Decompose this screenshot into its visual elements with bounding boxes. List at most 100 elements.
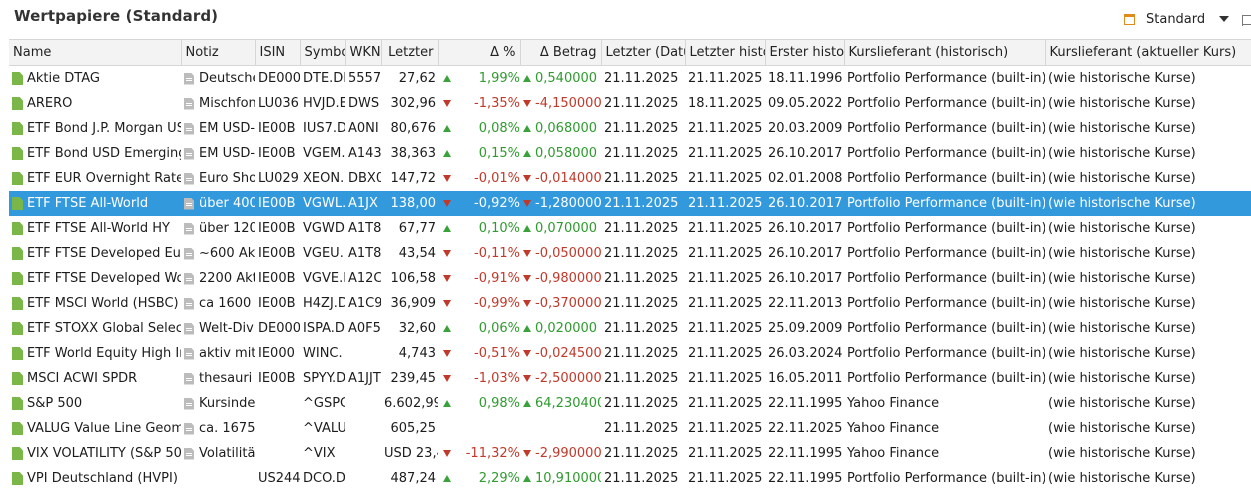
note-text: über 400 xyxy=(199,196,255,211)
trend-arrow-icon xyxy=(523,450,531,457)
table-row[interactable]: ETF EUR Overnight Rate S Euro Sho LU029 … xyxy=(9,166,1251,191)
cell-symbol: XEON. xyxy=(303,171,345,186)
cell-first-hist: 09.05.2022 xyxy=(768,96,843,111)
securities-table: Name Notiz ISIN Symbol WKN Letzter Δ % Δ… xyxy=(9,39,1251,491)
delta-amount-value: -0,014000 xyxy=(535,171,601,186)
cell-symbol: VGWD xyxy=(303,221,345,236)
cell-delta-pct: -1,03% xyxy=(438,366,520,391)
cell-first-hist: 22.11.1995 xyxy=(768,446,843,461)
view-selector[interactable]: Standard xyxy=(1124,10,1251,28)
cell-wkn: A1T8 xyxy=(348,221,381,236)
cell-last: 138,00 xyxy=(381,191,438,216)
table-row[interactable]: ETF STOXX Global Select D Welt-Div DE000… xyxy=(9,316,1251,341)
cell-last-date: 21.11.2025 xyxy=(604,71,679,86)
trend-arrow-icon xyxy=(443,150,451,157)
note-icon xyxy=(184,322,194,335)
table-row[interactable]: VALUG Value Line Geome ca. 1675 ^VALU 60… xyxy=(9,416,1251,441)
table-row[interactable]: ETF Bond J.P. Morgan USD EM USD- IE00B I… xyxy=(9,116,1251,141)
cell-delta-pct: -0,92% xyxy=(438,191,520,216)
security-icon xyxy=(12,122,23,135)
note-text: EM USD- xyxy=(199,146,255,161)
cell-provider-current: (wie historische Kurse) xyxy=(1048,96,1196,111)
table-row[interactable]: MSCI ACWI SPDR thesauri IE00B SPYY.D A1J… xyxy=(9,366,1251,391)
cell-last-hist: 21.11.2025 xyxy=(688,346,763,361)
cell-first-hist: 26.10.2017 xyxy=(765,191,844,216)
maximize-icon[interactable] xyxy=(1241,14,1251,25)
table-row[interactable]: Aktie DTAG Deutsche DE000 DTE.DE 5557 27… xyxy=(9,66,1251,92)
security-icon xyxy=(12,272,23,285)
table-row[interactable]: S&P 500 Kursinde ^GSPC 6.602,99 0,98% 64… xyxy=(9,391,1251,416)
security-name: Aktie DTAG xyxy=(27,71,100,86)
cell-delta-pct: 1,99% xyxy=(438,66,520,92)
cell-first-hist: 26.03.2024 xyxy=(768,346,843,361)
col-isin[interactable]: ISIN xyxy=(255,39,301,66)
cell-last: 36,909 xyxy=(390,296,437,311)
cell-last-hist: 21.11.2025 xyxy=(688,421,763,436)
cell-delta-amount: -4,150000 xyxy=(520,91,601,116)
cell-note: EM USD- xyxy=(181,116,255,141)
trend-arrow-icon xyxy=(523,375,531,382)
col-last-hist[interactable]: Letzter historischer xyxy=(685,39,766,66)
security-icon xyxy=(12,247,23,260)
table-row[interactable]: ETF Bond USD Emerging EM USD- IE00B VGEM… xyxy=(9,141,1251,166)
cell-last: 38,363 xyxy=(390,146,437,161)
cell-last-date: 21.11.2025 xyxy=(604,296,679,311)
cell-last: 487,24 xyxy=(390,471,437,486)
cell-name: Aktie DTAG xyxy=(9,66,181,92)
table-row[interactable]: ETF FTSE Developed World 2200 Akt IE00B … xyxy=(9,266,1251,291)
cell-last: USD 23,4 xyxy=(384,446,438,461)
cell-note: Volatilität xyxy=(181,441,255,466)
col-provider-hist[interactable]: Kurslieferant (historisch) xyxy=(844,39,1046,66)
col-name[interactable]: Name xyxy=(9,39,182,66)
table-row[interactable]: ETF World Equity High Inc aktiv mit IE00… xyxy=(9,341,1251,366)
delta-pct-value: 0,98% xyxy=(478,396,520,411)
cell-delta-pct: 0,98% xyxy=(438,391,520,416)
trend-arrow-icon xyxy=(443,175,451,182)
trend-arrow-icon xyxy=(443,475,451,482)
cell-wkn: A1T8 xyxy=(348,246,381,261)
cell-isin xyxy=(255,416,300,441)
table-row[interactable]: ETF FTSE All-World HY über 120 IE00B VGW… xyxy=(9,216,1251,241)
cell-last: 67,77 xyxy=(398,221,436,236)
calendar-icon xyxy=(1124,13,1135,25)
cell-wkn: A143 xyxy=(348,146,381,161)
table-row[interactable]: VIX VOLATILITY (S&P 500 Volatilität ^VIX… xyxy=(9,441,1251,466)
table-row[interactable]: ETF FTSE All-World über 400 IE00B VGWL. … xyxy=(9,191,1251,216)
table-row[interactable]: ETF FTSE Developed Euro ~600 Akt IE00B V… xyxy=(9,241,1251,266)
cell-isin: IE00B xyxy=(258,121,296,136)
note-icon xyxy=(184,197,194,210)
col-first-hist[interactable]: Erster historischer xyxy=(765,39,845,66)
cell-wkn xyxy=(345,341,381,366)
chevron-down-icon[interactable] xyxy=(1219,16,1230,22)
cell-symbol: IUS7.D xyxy=(303,121,345,136)
delta-amount-value: -0,370000 xyxy=(535,296,601,311)
security-icon xyxy=(12,297,23,310)
cell-first-hist: 18.11.1996 xyxy=(768,71,843,86)
col-wkn[interactable]: WKN xyxy=(345,39,382,66)
cell-isin xyxy=(255,391,300,416)
cell-wkn: A0NI xyxy=(348,121,379,136)
col-delta-amount[interactable]: Δ Betrag xyxy=(520,39,602,66)
col-delta-pct[interactable]: Δ % xyxy=(438,39,521,66)
cell-delta-pct: -0,11% xyxy=(438,241,520,266)
col-symbol[interactable]: Symbol xyxy=(300,39,346,66)
col-last[interactable]: Letzter xyxy=(381,39,439,66)
cell-note: aktiv mit xyxy=(181,341,255,366)
cell-isin: IE00B xyxy=(255,191,300,216)
table-row[interactable]: ETF MSCI World (HSBC) ca 1600 A IE00B H4… xyxy=(9,291,1251,316)
col-note[interactable]: Notiz xyxy=(181,39,256,66)
delta-amount-value: 0,540000 xyxy=(535,71,598,86)
trend-arrow-icon xyxy=(523,200,531,207)
cell-wkn xyxy=(345,466,381,491)
security-name: ETF MSCI World (HSBC) xyxy=(27,296,179,311)
cell-first-hist: 22.11.1995 xyxy=(768,471,843,486)
table-row[interactable]: VPI Deutschland (HVPI) US244 DCO.D 487,2… xyxy=(9,466,1251,491)
cell-last: 43,54 xyxy=(398,246,436,261)
trend-arrow-icon xyxy=(443,225,451,232)
cell-last-date: 21.11.2025 xyxy=(604,271,679,286)
cell-provider-hist: Portfolio Performance (built-in) xyxy=(847,321,1045,336)
cell-provider-current: (wie historische Kurse) xyxy=(1048,446,1196,461)
table-row[interactable]: ARERO Mischfonds LU036 HVJD.E DWS 302,96… xyxy=(9,91,1251,116)
col-provider-current[interactable]: Kurslieferant (aktueller Kurs) xyxy=(1045,39,1251,66)
col-last-date[interactable]: Letzter (Datum) xyxy=(601,39,686,66)
